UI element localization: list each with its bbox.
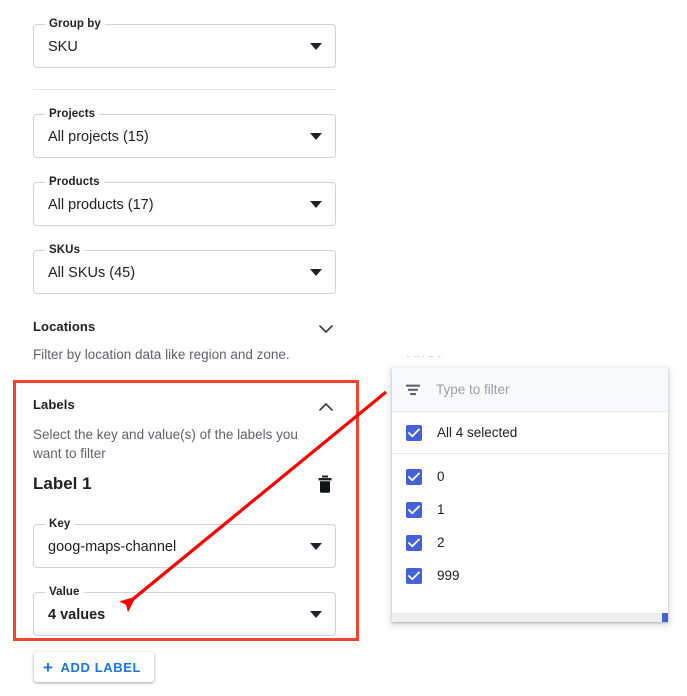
dropdown-filter-input[interactable] [436,382,626,397]
list-item[interactable]: 0 [392,460,668,493]
values-dropdown-panel: All 4 selected 0 1 2 999 [392,368,668,622]
label-entry-title: Label 1 [33,474,92,493]
label-value-label: Value [45,585,84,599]
projects-select[interactable]: Projects All projects (15) [33,114,336,158]
add-label-button[interactable]: + ADD LABEL [34,652,154,682]
list-item[interactable]: 1 [392,493,668,526]
scrollbar-thumb[interactable] [662,613,668,622]
locations-section[interactable]: Locations Filter by location data like r… [33,318,336,364]
select-all-row[interactable]: All 4 selected [392,412,668,454]
projects-label: Projects [45,107,99,121]
list-item[interactable]: 999 [392,559,668,592]
checkbox-checked-icon[interactable] [406,469,422,485]
label-value-value: 4 values [48,606,105,624]
labels-description: Select the key and value(s) of the label… [33,425,328,463]
chevron-up-icon[interactable] [316,397,336,417]
chevron-down-icon[interactable] [316,319,336,339]
skus-value: All SKUs (45) [48,264,135,282]
checkbox-checked-icon[interactable] [406,502,422,518]
add-label-button-text: ADD LABEL [61,660,142,675]
label-key-label: Key [45,517,74,531]
filter-list-icon [404,381,422,399]
filter-panel: Group by SKU Projects All projects (15) … [0,0,380,696]
dropdown-occluded-row: Value [392,356,668,368]
labels-title: Labels [33,396,336,414]
products-value: All products (17) [48,196,154,214]
checkbox-checked-icon[interactable] [406,568,422,584]
dropdown-ghost-text: Value [404,356,444,360]
products-select[interactable]: Products All products (17) [33,182,336,226]
label-entry-header: Label 1 [33,472,336,498]
chevron-down-icon [310,133,322,140]
label-key-value: goog-maps-channel [48,538,176,556]
checkbox-checked-icon[interactable] [406,535,422,551]
list-item-label: 2 [437,534,445,552]
chevron-down-icon [310,201,322,208]
plus-icon: + [43,659,54,676]
horizontal-scrollbar[interactable] [392,613,668,622]
label-value-select[interactable]: Value 4 values [33,592,336,636]
checkbox-checked-icon[interactable] [406,425,422,441]
locations-description: Filter by location data like region and … [33,345,336,364]
dropdown-search-row[interactable] [392,368,668,412]
values-option-list: 0 1 2 999 [392,454,668,592]
select-all-label: All 4 selected [437,424,517,442]
group-by-label: Group by [45,17,105,31]
trash-icon[interactable] [314,473,336,495]
list-item[interactable]: 2 [392,526,668,559]
locations-title: Locations [33,318,336,336]
labels-section: Labels Select the key and value(s) of th… [33,396,336,463]
list-item-label: 1 [437,501,445,519]
chevron-down-icon [310,543,322,550]
chevron-down-icon [310,43,322,50]
chevron-down-icon [310,611,322,618]
skus-label: SKUs [45,243,84,257]
list-item-label: 0 [437,468,445,486]
list-item-label: 999 [437,567,460,585]
products-label: Products [45,175,104,189]
chevron-down-icon [310,269,322,276]
section-divider [33,89,336,90]
group-by-select[interactable]: Group by SKU [33,24,336,68]
projects-value: All projects (15) [48,128,149,146]
label-key-select[interactable]: Key goog-maps-channel [33,524,336,568]
skus-select[interactable]: SKUs All SKUs (45) [33,250,336,294]
group-by-value: SKU [48,38,78,56]
